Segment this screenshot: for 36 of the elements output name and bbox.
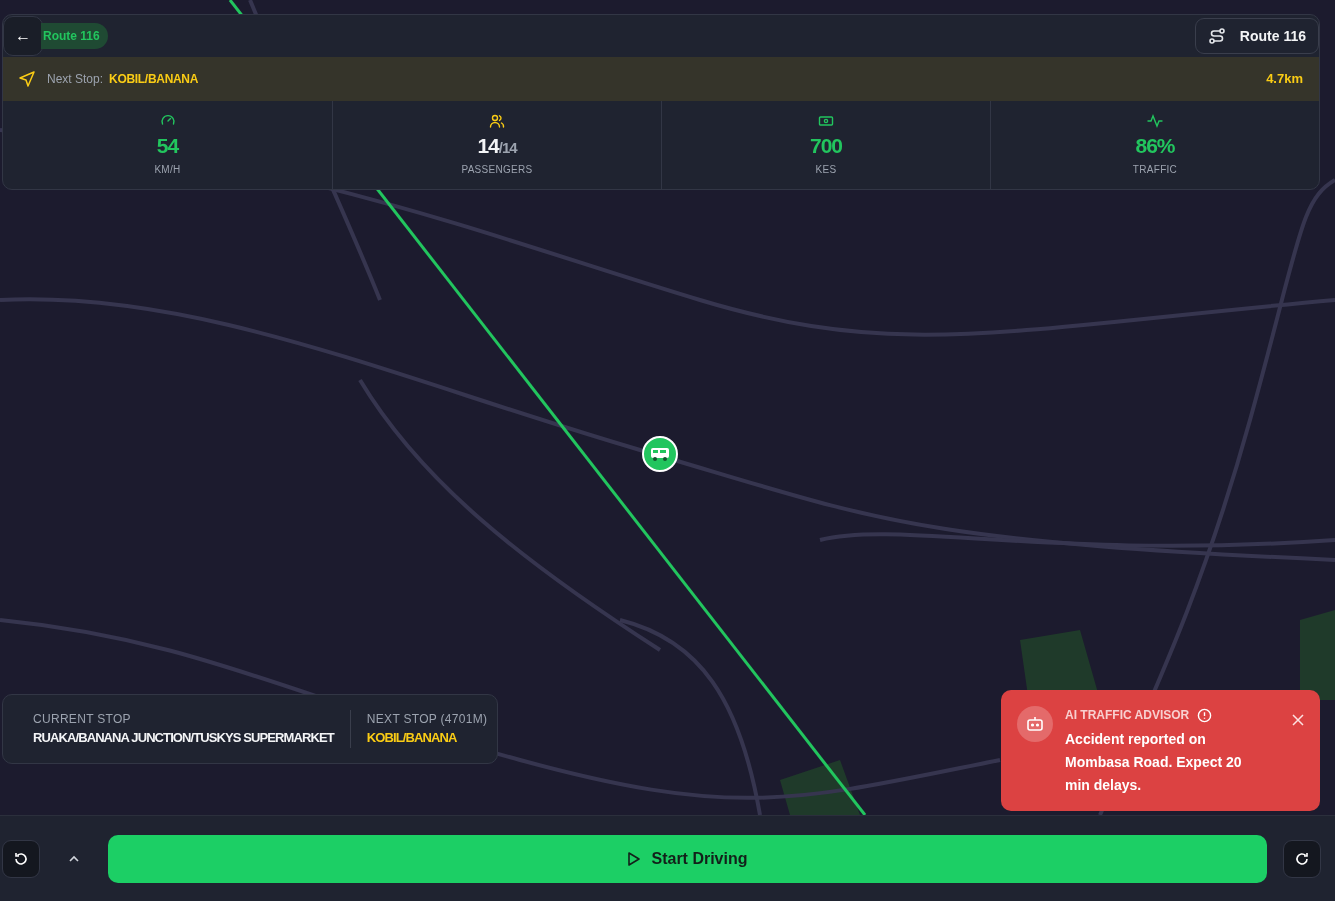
chevron-up-icon (68, 854, 80, 863)
stat-label: PASSENGERS (461, 163, 533, 178)
stat-label: TRAFFIC (1132, 163, 1178, 178)
info-icon (1197, 707, 1213, 723)
current-stop-name: RUAKA/BANANA JUNCTION/TUSKYS SUPERMARKET (33, 729, 334, 748)
reset-button[interactable] (1283, 839, 1321, 878)
distance-text: 4.7km (1266, 70, 1303, 89)
route-button[interactable]: Route 116 (1194, 18, 1319, 54)
stat-label: KM/H (154, 163, 181, 178)
next-stop-label: Next Stop: (47, 71, 104, 88)
stat-value: 54 (156, 133, 179, 159)
alert-message: Accident reported on Mombasa Road. Expect 20 min delays. (1065, 730, 1243, 795)
van-marker-icon (642, 436, 678, 472)
stat-value: 86% (1135, 133, 1175, 159)
activity-icon (1147, 113, 1163, 129)
start-driving-button[interactable]: Start Driving (108, 834, 1267, 883)
stat-value: 14/14 (477, 133, 517, 159)
banknote-icon (818, 113, 834, 129)
alert-title: AI TRAFFIC ADVISOR (1065, 707, 1190, 724)
back-button[interactable]: ← (3, 16, 43, 56)
rotate-right-icon (1294, 850, 1310, 867)
stat-value: 700 (809, 133, 842, 159)
play-icon (627, 850, 642, 867)
close-button[interactable] (1292, 714, 1304, 726)
route-icon (1207, 27, 1226, 45)
people-icon (489, 113, 505, 129)
next-stop-name: KOBIL/BANANA (109, 71, 199, 88)
current-stop-label: CURRENT STOP (33, 711, 132, 729)
reset-button[interactable] (2, 839, 40, 878)
stat-label: KES (815, 163, 837, 178)
next-stop-label: NEXT STOP (4701M) (366, 711, 488, 729)
next-stop-name: KOBIL/BANANA (366, 729, 458, 748)
route-badge: Route 116 (41, 23, 108, 49)
rotate-left-icon (13, 850, 29, 867)
navigation-icon (19, 71, 35, 87)
robot-icon (1017, 706, 1053, 742)
